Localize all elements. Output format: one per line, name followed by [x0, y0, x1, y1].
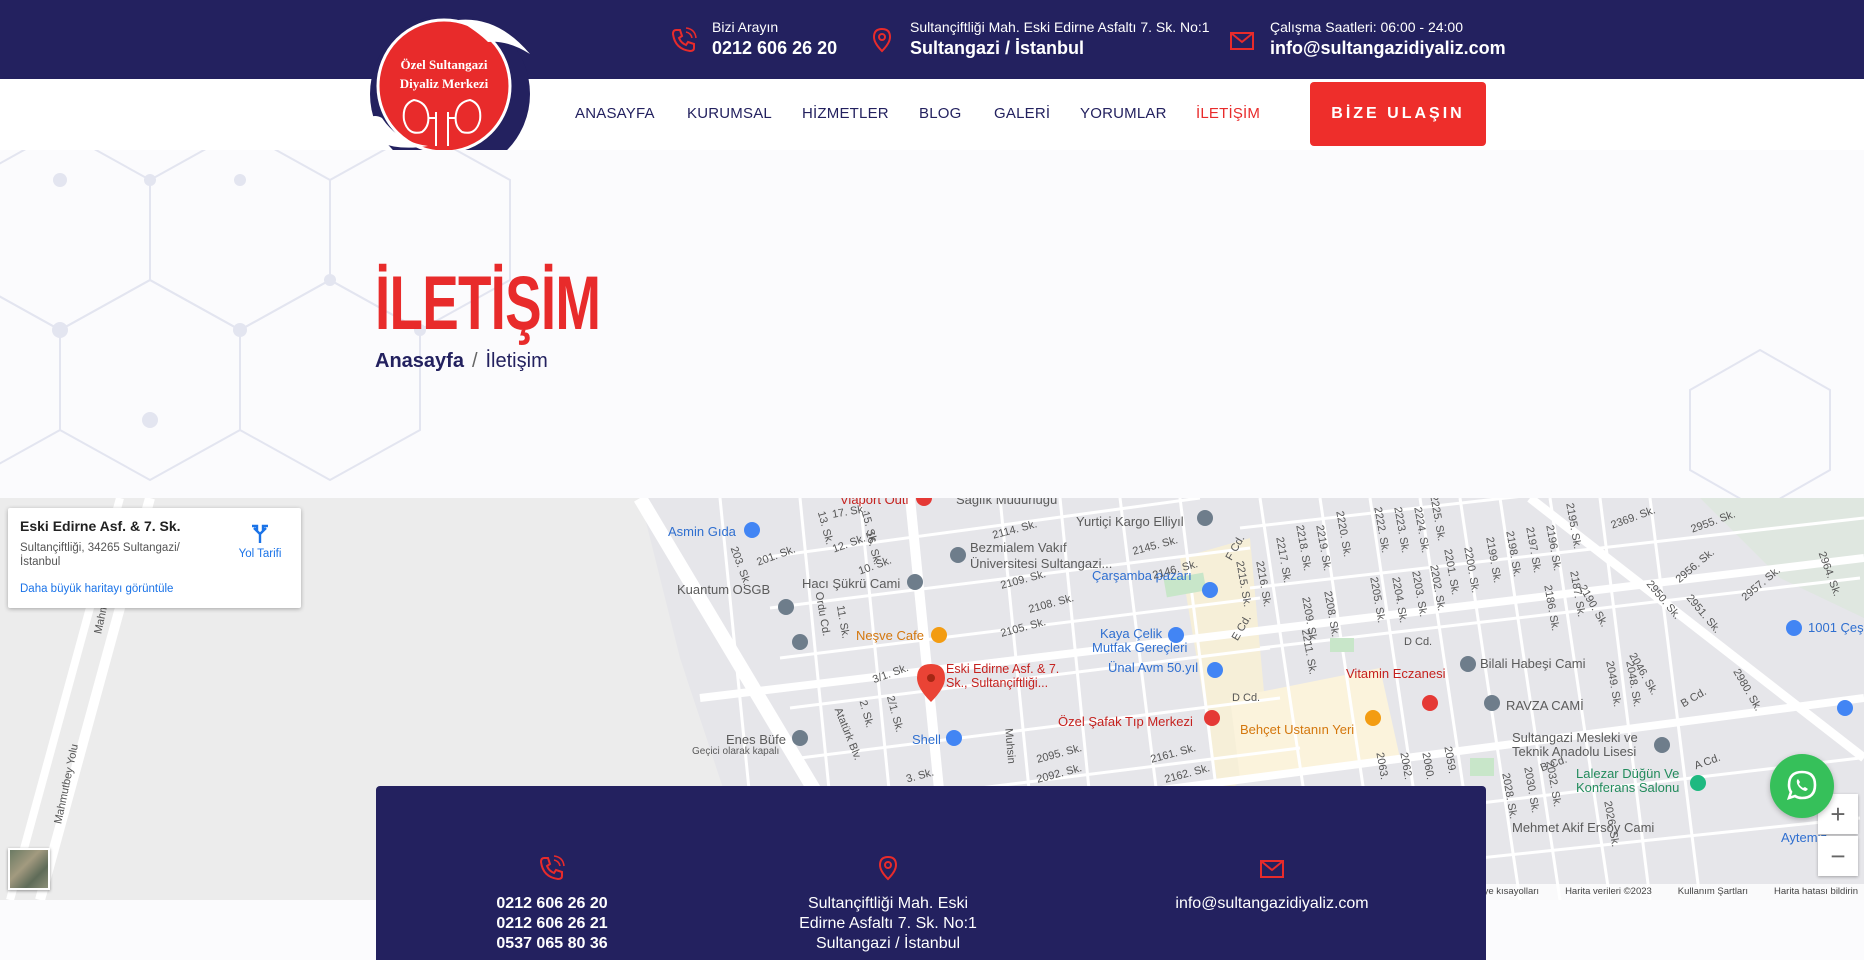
map-place-status: Geçici olarak kapalı: [692, 746, 780, 757]
map-place[interactable]: Mutfak Gereçleri: [1092, 640, 1187, 655]
topbar-address: Sultançiftliği Mah. Eski Edirne Asfaltı …: [868, 18, 1210, 60]
location-pin-icon: [872, 27, 892, 53]
contact-address-line-1: Sultançiftliği Mah. Eski: [807, 895, 969, 912]
breadcrumb-separator: /: [471, 350, 478, 372]
directions-button[interactable]: Yol Tarifi: [230, 522, 290, 560]
whatsapp-icon: [1786, 770, 1817, 801]
contact-phone-3[interactable]: 0537 065 80 36: [402, 934, 702, 954]
contact-email-address[interactable]: info@sultangazidiyaliz.com: [1122, 894, 1422, 914]
main-nav-bar: ANASAYFA KURUMSAL HİZMETLER BLOG GALERİ …: [0, 79, 1864, 150]
logo-line2: Diyaliz Merkezi: [400, 76, 489, 91]
breadcrumb-current: İletişim: [485, 350, 548, 372]
page-hero: İLETİŞİM Anasayfa / İletişim: [0, 150, 1864, 498]
top-info-bar: Bizi Arayın 0212 606 26 20 Sultançiftliğ…: [0, 0, 1864, 79]
terms-link[interactable]: Kullanım Şartları: [1678, 886, 1748, 898]
phone-icon: [671, 27, 697, 53]
map-place[interactable]: Bezmialem Vakıf: [970, 540, 1067, 555]
map-place[interactable]: Yurtiçi Kargo Elliyıl: [1076, 514, 1184, 529]
map-place[interactable]: 1001 Çeş: [1808, 620, 1864, 635]
topbar-hours-email[interactable]: Çalışma Saatleri: 06:00 - 24:00 info@sul…: [1228, 18, 1506, 60]
contact-address-line-2: Edirne Asfaltı 7. Sk. No:1: [799, 915, 977, 932]
location-pin-icon: [878, 855, 898, 881]
directions-label: Yol Tarifi: [238, 548, 282, 560]
satellite-toggle[interactable]: [8, 848, 50, 890]
map-place[interactable]: Shell: [912, 732, 941, 747]
contact-address: Sultançiftliği Mah. Eski Edirne Asfaltı …: [738, 786, 1038, 954]
nav-yorumlar[interactable]: YORUMLAR: [1080, 105, 1167, 122]
map-place[interactable]: Neşve Cafe: [856, 628, 924, 643]
map-place[interactable]: Ünal Avm 50.yıl: [1108, 660, 1198, 675]
map-place[interactable]: Asmin Gıda: [668, 524, 736, 539]
map-place[interactable]: Kuantum OSGB: [677, 582, 770, 597]
map-attribution: Klavye kısayolları Harita verileri ©2023…: [1459, 884, 1864, 900]
nav-galeri[interactable]: GALERİ: [994, 105, 1050, 122]
map-place[interactable]: Özel Şafak Tıp Merkezi: [1058, 714, 1193, 729]
map-card-address: Sultançiftliği, 34265 Sultangazi/ İstanb…: [20, 542, 180, 568]
map-place[interactable]: Enes Büfe: [726, 732, 786, 747]
nav-kurumsal[interactable]: KURUMSAL: [687, 105, 772, 122]
topbar-phone[interactable]: Bizi Arayın 0212 606 26 20: [670, 18, 837, 60]
topbar-email[interactable]: info@sultangazidiyaliz.com: [1270, 36, 1506, 60]
page-title: İLETİŞİM: [375, 261, 601, 346]
nav-anasayfa[interactable]: ANASAYFA: [575, 105, 655, 122]
envelope-icon: [1230, 32, 1254, 50]
larger-map-link[interactable]: Daha büyük haritayı görüntüle: [20, 583, 173, 595]
report-error-link[interactable]: Harita hatası bildirin: [1774, 886, 1858, 898]
directions-icon: [252, 524, 268, 543]
map-place[interactable]: Teknik Anadolu Lisesi: [1512, 744, 1636, 759]
contact-phone-2[interactable]: 0212 606 26 21: [402, 914, 702, 934]
map-place[interactable]: Lalezar Düğün Ve: [1576, 766, 1679, 781]
contact-address-line-3: Sultangazi / İstanbul: [815, 935, 961, 952]
map-info-card: Eski Edirne Asf. & 7. Sk. Sultançiftliği…: [8, 508, 301, 608]
map-street: D Cd.: [1404, 636, 1433, 648]
map-place[interactable]: Kaya Çelik: [1100, 626, 1162, 641]
logo-line1: Özel Sultangazi: [400, 57, 487, 72]
map-place[interactable]: Mehmet Akif Ersoy Cami: [1512, 820, 1654, 835]
topbar-hours: Çalışma Saatleri: 06:00 - 24:00: [1270, 19, 1463, 35]
map-place[interactable]: Sağlık Müdürlüğü: [956, 498, 1057, 507]
envelope-icon: [1260, 860, 1284, 878]
breadcrumb: Anasayfa / İletişim: [375, 350, 548, 373]
map-pin-label[interactable]: Eski Edirne Asf. & 7.: [946, 662, 1059, 676]
map-place[interactable]: Konferans Salonu: [1576, 780, 1679, 795]
whatsapp-button[interactable]: [1770, 754, 1834, 818]
topbar-phone-value[interactable]: 0212 606 26 20: [712, 36, 837, 60]
nav-blog[interactable]: BLOG: [919, 105, 961, 122]
map-place[interactable]: Bilali Habeşi Cami: [1480, 656, 1585, 671]
map-place[interactable]: Behçet Ustanın Yeri: [1240, 722, 1354, 737]
map-pin-label[interactable]: Sk., Sultançiftliği...: [946, 676, 1048, 690]
contact-info-panel: 0212 606 26 20 0212 606 26 21 0537 065 8…: [376, 786, 1486, 960]
breadcrumb-home[interactable]: Anasayfa: [375, 350, 464, 373]
map-card-title: Eski Edirne Asf. & 7. Sk.: [20, 518, 181, 534]
map-place[interactable]: Hacı Şükrü Cami: [802, 576, 900, 591]
phone-icon: [539, 855, 565, 881]
nav-hizmetler[interactable]: HİZMETLER: [802, 105, 889, 122]
contact-email: info@sultangazidiyaliz.com: [1122, 786, 1422, 914]
map-place[interactable]: Sultangazi Mesleki ve: [1512, 730, 1638, 745]
hexagon-pattern: [0, 150, 1831, 498]
contact-us-button[interactable]: BİZE ULAŞIN: [1310, 82, 1486, 146]
map-street: D Cd.: [1232, 692, 1261, 704]
zoom-out-button[interactable]: −: [1818, 836, 1858, 876]
contact-phones: 0212 606 26 20 0212 606 26 21 0537 065 8…: [402, 786, 702, 954]
topbar-address-label: Sultançiftliği Mah. Eski Edirne Asfaltı …: [910, 19, 1210, 35]
nav-iletisim[interactable]: İLETİŞİM: [1196, 105, 1260, 122]
map-place[interactable]: Vitamin Eczanesi: [1346, 666, 1445, 681]
map-place[interactable]: RAVZA CAMİ: [1506, 698, 1584, 713]
map-data-credit: Harita verileri ©2023: [1565, 886, 1652, 897]
contact-phone-1[interactable]: 0212 606 26 20: [402, 894, 702, 914]
topbar-address-value: Sultangazi / İstanbul: [910, 38, 1085, 58]
topbar-phone-label: Bizi Arayın: [712, 19, 779, 35]
